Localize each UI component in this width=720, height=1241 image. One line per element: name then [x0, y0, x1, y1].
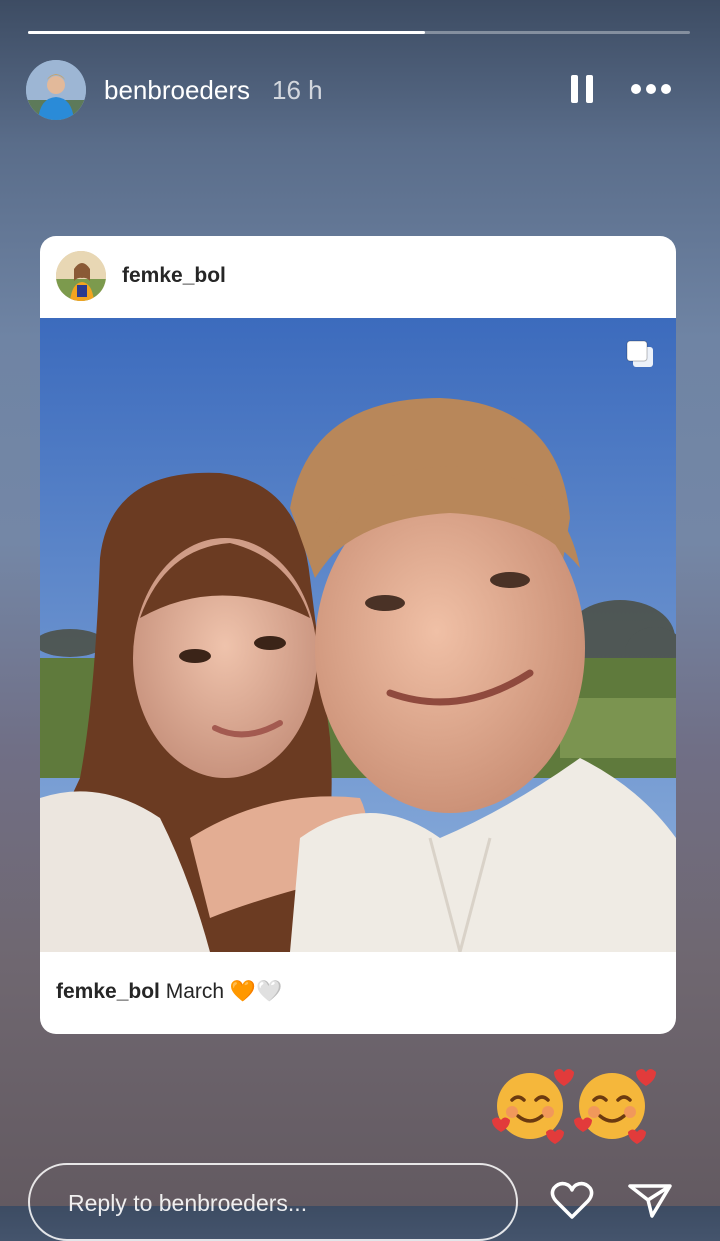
pause-button[interactable] — [566, 72, 598, 106]
like-story-button[interactable] — [548, 1180, 596, 1220]
smiling-hearts-emoji — [574, 1069, 656, 1144]
post-header: femke_bol — [40, 236, 676, 318]
more-options-button[interactable] — [626, 72, 676, 106]
post-photo[interactable] — [40, 318, 676, 952]
story-username[interactable]: benbroeders — [104, 75, 250, 106]
smiling-hearts-emoji — [492, 1069, 574, 1144]
carousel-icon — [624, 338, 656, 370]
story-progress-bar — [28, 31, 690, 34]
shared-post-card[interactable]: femke_bol femke_bol March 🧡🤍 — [40, 236, 676, 1034]
caption-emojis: 🧡🤍 — [229, 980, 283, 1003]
caption-username[interactable]: femke_bol — [56, 980, 160, 1003]
send-button[interactable] — [626, 1180, 674, 1220]
avatar[interactable] — [26, 60, 86, 120]
story-progress-fill — [28, 31, 426, 34]
story-time: 16 h — [272, 75, 323, 105]
post-author-avatar[interactable] — [56, 251, 106, 301]
reply-input[interactable]: Reply to benbroeders... — [28, 1163, 518, 1241]
emoji-stickers — [492, 1066, 656, 1148]
caption-text: March — [165, 980, 225, 1003]
more-icon — [631, 84, 671, 94]
post-caption: femke_bol March 🧡🤍 — [56, 980, 282, 1004]
send-icon — [628, 1184, 672, 1218]
story-header: benbroeders 16 h — [26, 58, 694, 120]
post-author-username[interactable]: femke_bol — [122, 264, 226, 288]
heart-icon — [550, 1181, 594, 1219]
reply-placeholder: Reply to benbroeders... — [68, 1190, 308, 1216]
pause-icon — [571, 75, 593, 103]
